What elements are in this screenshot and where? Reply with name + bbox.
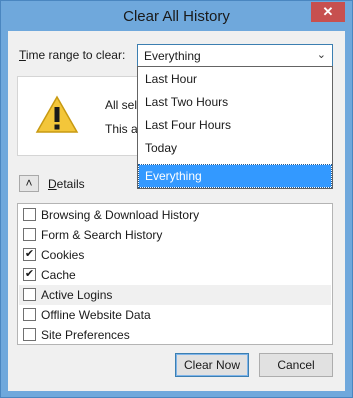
dropdown-option-everything[interactable]: Everything (138, 164, 332, 188)
time-range-dropdown-list: Last Hour Last Two Hours Last Four Hours… (137, 66, 333, 189)
time-range-label-accesskey: T (19, 48, 26, 62)
title-bar[interactable]: Clear All History ✕ (1, 1, 352, 31)
dropdown-option-today[interactable]: Today (139, 137, 331, 159)
list-item-site-preferences[interactable]: Site Preferences (19, 325, 331, 345)
cancel-button[interactable]: Cancel (259, 353, 333, 377)
dialog-window: Clear All History ✕ Time range to clear:… (0, 0, 353, 398)
list-item-offline-website-data[interactable]: Offline Website Data (19, 305, 331, 325)
list-item-form-search-history[interactable]: Form & Search History (19, 225, 331, 245)
details-toggle-button[interactable]: ˄ (19, 175, 39, 192)
clear-now-button[interactable]: Clear Now (175, 353, 249, 377)
item-label: Cookies (41, 248, 85, 262)
item-label: Offline Website Data (41, 308, 151, 322)
close-button[interactable]: ✕ (311, 2, 345, 22)
details-label-text: etails (56, 177, 85, 191)
item-label: Cache (41, 268, 76, 282)
chevron-down-icon: ⌄ (316, 49, 326, 61)
item-label: Form & Search History (41, 228, 163, 242)
checkbox-offline-website-data[interactable] (23, 308, 36, 321)
checkbox-browsing-download-history[interactable] (23, 208, 36, 221)
time-range-label-text: ime range to clear: (25, 48, 126, 62)
item-label: Active Logins (41, 288, 113, 302)
checkbox-active-logins[interactable] (23, 288, 36, 301)
dialog-title: Clear All History (123, 8, 230, 25)
item-label: Browsing & Download History (41, 208, 200, 222)
dialog-body: Time range to clear: Everything ⌄ All se… (8, 31, 345, 391)
list-item-cache[interactable]: ✔ Cache (19, 265, 331, 285)
dropdown-option-last-four-hours[interactable]: Last Four Hours (139, 114, 331, 136)
dropdown-option-last-two-hours[interactable]: Last Two Hours (139, 91, 331, 113)
details-label: Details (48, 177, 85, 191)
chevron-up-icon: ˄ (25, 176, 33, 190)
history-items-list: Browsing & Download History Form & Searc… (17, 203, 333, 345)
time-range-selected-value: Everything (144, 49, 201, 63)
time-range-select[interactable]: Everything ⌄ (137, 44, 333, 67)
checkbox-cookies[interactable]: ✔ (23, 248, 36, 261)
list-item-browsing-download-history[interactable]: Browsing & Download History (19, 205, 331, 225)
list-item-cookies[interactable]: ✔ Cookies (19, 245, 331, 265)
checkbox-cache[interactable]: ✔ (23, 268, 36, 281)
time-range-label: Time range to clear: (19, 48, 125, 62)
warning-triangle-icon (35, 95, 79, 133)
dropdown-option-last-hour[interactable]: Last Hour (139, 68, 331, 90)
details-label-accesskey: D (48, 177, 57, 191)
checkbox-site-preferences[interactable] (23, 328, 36, 341)
close-icon: ✕ (322, 4, 334, 19)
checkbox-form-search-history[interactable] (23, 228, 36, 241)
list-item-active-logins[interactable]: Active Logins (19, 285, 331, 305)
item-label: Site Preferences (41, 328, 130, 342)
